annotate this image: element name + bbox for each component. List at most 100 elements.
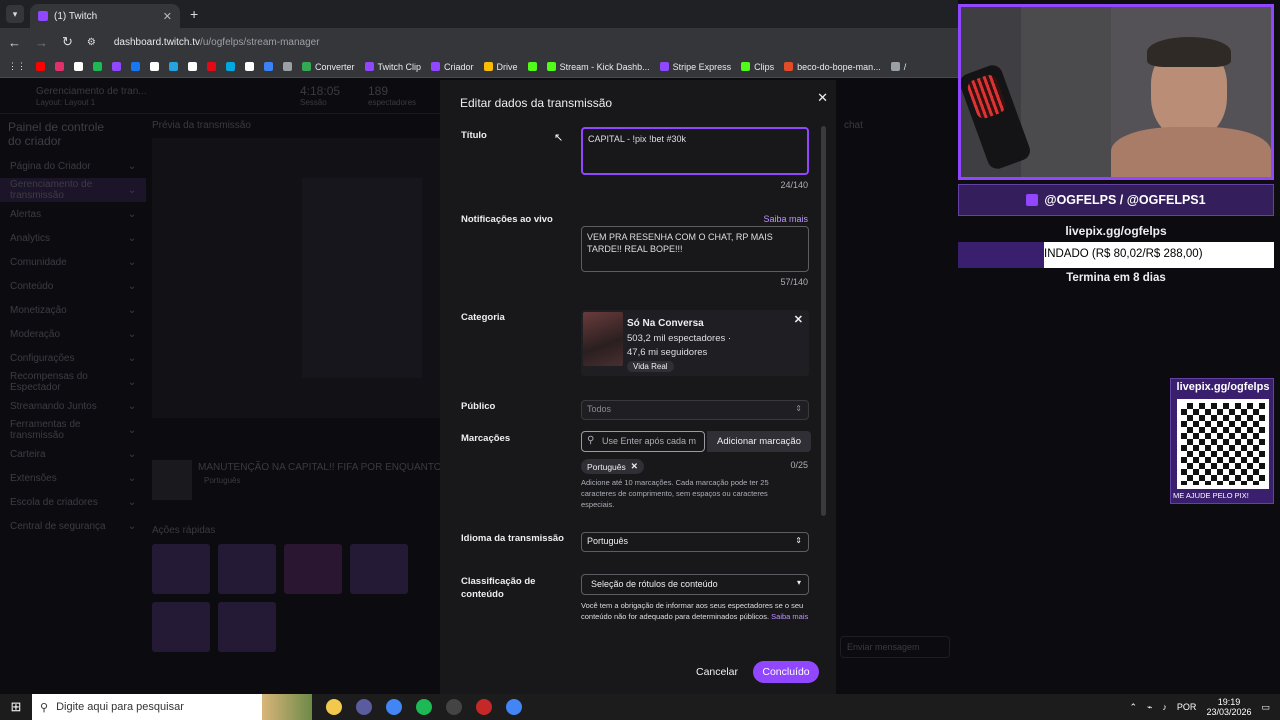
bookmark-item[interactable]: [131, 62, 140, 71]
address-bar[interactable]: dashboard.twitch.tv/u/ogfelps/stream-man…: [114, 37, 320, 48]
quick-action-tile[interactable]: [218, 602, 276, 652]
sidebar-item[interactable]: Gerenciamento de transmissão ⌄: [0, 178, 146, 202]
done-button[interactable]: Concluído: [753, 661, 819, 683]
sidebar-item[interactable]: Comunidade ⌄: [0, 250, 146, 274]
tab-search-icon[interactable]: ▾: [6, 5, 24, 23]
bookmark-item[interactable]: [74, 62, 83, 71]
taskbar-app-icon[interactable]: [386, 699, 402, 715]
qr-title: livepix.gg/ogfelps: [1176, 381, 1270, 393]
bookmark-item[interactable]: [112, 62, 121, 71]
browser-toolbar: ← → ↻ ⚙ dashboard.twitch.tv/u/ogfelps/st…: [0, 28, 958, 56]
cancel-button[interactable]: Cancelar: [688, 661, 746, 683]
bookmark-item[interactable]: Stripe Express: [659, 62, 731, 72]
qr-caption: ME AJUDE PELO PIX!: [1173, 491, 1249, 500]
audience-select[interactable]: Todos ⇕: [581, 400, 809, 420]
classification-dropdown[interactable]: Seleção de rótulos de conteúdo ▾: [581, 574, 809, 595]
tray-chevron-icon[interactable]: ⌃: [1129, 702, 1137, 713]
quick-action-tile[interactable]: [152, 544, 210, 594]
taskbar-app-icon[interactable]: [476, 699, 492, 715]
sidebar-item[interactable]: Configurações ⌄: [0, 346, 146, 370]
notifications-learn-more-link[interactable]: Saiba mais: [763, 214, 808, 224]
bookmark-item[interactable]: Criador: [431, 62, 474, 72]
quick-action-tile[interactable]: [350, 544, 408, 594]
bookmark-item[interactable]: [207, 62, 216, 71]
remove-category-icon[interactable]: ✕: [794, 313, 803, 326]
sidebar-item[interactable]: Extensões ⌄: [0, 466, 146, 490]
windows-start-icon[interactable]: ⊞: [0, 699, 32, 715]
tag-chip[interactable]: Português ✕: [581, 459, 644, 474]
bookmark-item[interactable]: Clips: [741, 62, 774, 72]
site-info-icon[interactable]: ⚙: [87, 37, 96, 48]
browser-tab[interactable]: (1) Twitch ✕: [30, 4, 180, 28]
bookmark-item[interactable]: [283, 62, 292, 71]
taskbar-app-icon[interactable]: [326, 699, 342, 715]
sidebar-item[interactable]: Página do Criador ⌄: [0, 154, 146, 178]
sidebar-item[interactable]: Escola de criadores ⌄: [0, 490, 146, 514]
select-arrows-icon: ⇕: [795, 536, 802, 545]
bookmark-item[interactable]: [245, 62, 254, 71]
bookmark-item[interactable]: Converter: [302, 62, 355, 72]
bookmark-item[interactable]: [264, 62, 273, 71]
bookmark-item[interactable]: [169, 62, 178, 71]
twitch-icon: [1026, 194, 1039, 206]
bookmarks-bar: ⋮⋮ Converter Twitch Clip Criador Drive Stream…: [0, 56, 958, 78]
sidebar-item[interactable]: Alertas ⌄: [0, 202, 146, 226]
bookmark-item[interactable]: [188, 62, 197, 71]
remove-tag-icon[interactable]: ✕: [631, 461, 638, 472]
tags-input[interactable]: ⚲ Use Enter após cada m: [581, 431, 705, 452]
category-tag[interactable]: Vida Real: [627, 361, 674, 372]
add-tag-button[interactable]: Adicionar marcação: [707, 431, 811, 452]
bookmark-item[interactable]: beco-do-bope-man...: [784, 62, 881, 72]
sidebar-item[interactable]: Carteira ⌄: [0, 442, 146, 466]
layout-label: Layout: Layout 1: [36, 98, 96, 107]
bookmark-item[interactable]: [226, 62, 235, 71]
bookmark-item[interactable]: Twitch Clip: [364, 62, 421, 72]
quick-action-tile[interactable]: [284, 544, 342, 594]
bookmark-favicon-icon: [659, 62, 669, 71]
sidebar-item[interactable]: Monetização ⌄: [0, 298, 146, 322]
bookmark-item[interactable]: [150, 62, 159, 71]
reload-icon[interactable]: ↻: [62, 34, 73, 50]
volume-icon[interactable]: ♪: [1162, 702, 1167, 712]
sidebar-item[interactable]: Conteúdo ⌄: [0, 274, 146, 298]
bookmark-item[interactable]: [93, 62, 102, 71]
back-icon[interactable]: ←: [8, 35, 21, 50]
close-icon[interactable]: ✕: [817, 90, 828, 106]
sidebar-item[interactable]: Analytics ⌄: [0, 226, 146, 250]
bookmark-favicon-icon: [890, 62, 900, 71]
bookmark-item[interactable]: Stream - Kick Dashb...: [546, 62, 650, 72]
quick-action-tile[interactable]: [218, 544, 276, 594]
category-card[interactable]: Só Na Conversa 503,2 mil espectadores · …: [581, 310, 809, 376]
bookmark-item[interactable]: Drive: [483, 62, 518, 72]
chat-input[interactable]: Enviar mensagem: [840, 636, 950, 658]
taskbar-app-icon[interactable]: [506, 699, 522, 715]
modal-scrollbar[interactable]: [821, 126, 826, 516]
sidebar-item[interactable]: Moderação ⌄: [0, 322, 146, 346]
taskbar-app-icon[interactable]: [446, 699, 462, 715]
sidebar-item[interactable]: Recompensas do Espectador ⌄: [0, 370, 146, 394]
apps-icon[interactable]: ⋮⋮: [8, 61, 26, 72]
taskbar-app-icon[interactable]: [356, 699, 372, 715]
notifications-icon[interactable]: ▭: [1261, 702, 1270, 713]
forward-icon[interactable]: →: [35, 35, 48, 50]
sidebar-item[interactable]: Central de segurança ⌄: [0, 514, 146, 538]
notifications-input[interactable]: VEM PRA RESENHA COM O CHAT, RP MAIS TARD…: [581, 226, 809, 272]
classification-learn-more-link[interactable]: Saiba mais: [771, 612, 808, 621]
clock[interactable]: 19:19 23/03/2026: [1206, 697, 1251, 717]
input-language[interactable]: POR: [1177, 702, 1197, 712]
tab-close-icon[interactable]: ✕: [163, 10, 172, 23]
title-input[interactable]: CAPITAL - !pix !bet #30k: [581, 127, 809, 175]
sidebar-item[interactable]: Streamando Juntos ⌄: [0, 394, 146, 418]
taskbar-app-icon[interactable]: [416, 699, 432, 715]
sidebar-item[interactable]: Ferramentas de transmissão ⌄: [0, 418, 146, 442]
chevron-down-icon: ▾: [796, 578, 801, 587]
quick-action-tile[interactable]: [152, 602, 210, 652]
bookmark-item[interactable]: [55, 62, 64, 71]
new-tab-icon[interactable]: +: [190, 6, 198, 22]
network-icon[interactable]: ⌁: [1147, 702, 1152, 713]
language-select[interactable]: Português ⇕: [581, 532, 809, 552]
bookmark-item[interactable]: [36, 62, 45, 71]
bookmark-item[interactable]: /: [890, 62, 906, 72]
taskbar-search[interactable]: ⚲ Digite aqui para pesquisar: [32, 694, 262, 720]
bookmark-item[interactable]: [527, 62, 537, 71]
